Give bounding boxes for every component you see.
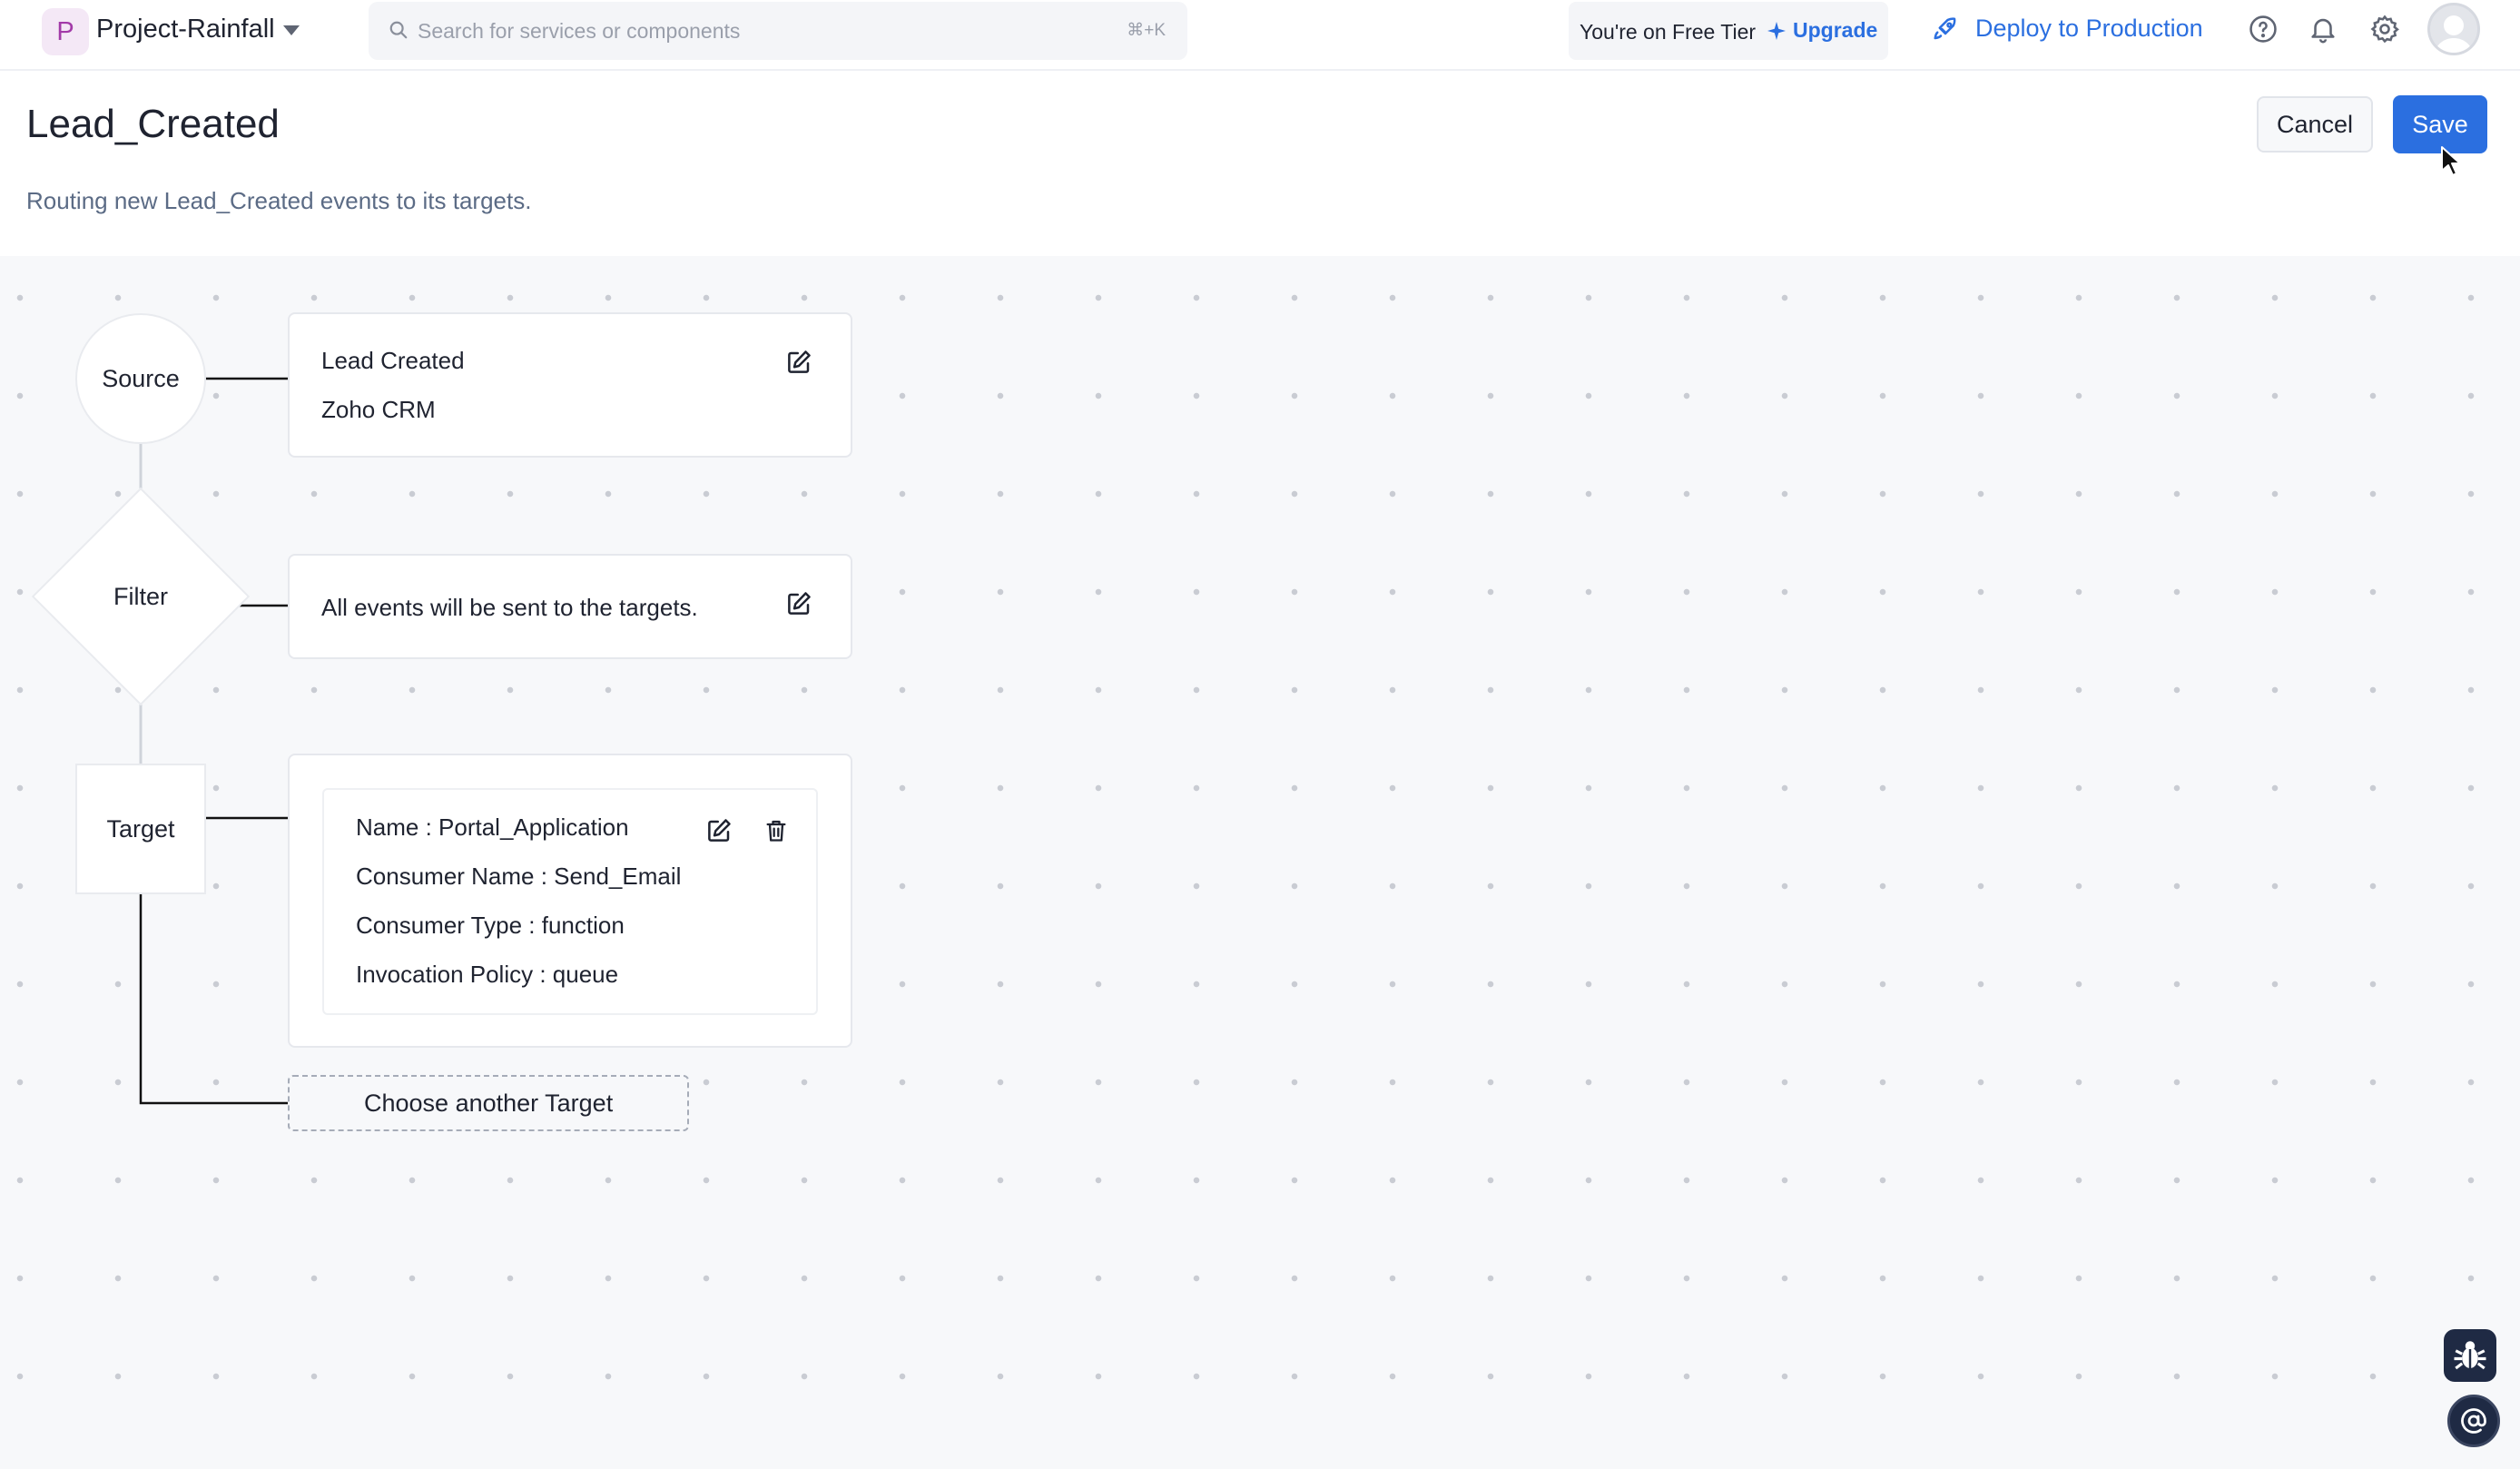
project-avatar[interactable]: P bbox=[42, 8, 89, 55]
upgrade-label: Upgrade bbox=[1793, 18, 1878, 42]
cancel-button[interactable]: Cancel bbox=[2257, 96, 2373, 153]
edit-icon[interactable] bbox=[785, 590, 812, 617]
rocket-icon bbox=[1934, 16, 1956, 39]
bug-report-button[interactable] bbox=[2444, 1329, 2496, 1382]
at-sign-icon bbox=[2461, 1408, 2486, 1434]
search-input[interactable] bbox=[418, 11, 1053, 51]
target-consumer-name: Consumer Name : Send_Email bbox=[356, 863, 682, 890]
gear-icon[interactable] bbox=[2369, 14, 2400, 44]
bell-icon[interactable] bbox=[2308, 14, 2338, 44]
page-description: Routing new Lead_Created events to its t… bbox=[26, 187, 532, 214]
source-node[interactable]: Source bbox=[75, 313, 206, 444]
deploy-label: Deploy to Production bbox=[1975, 15, 2203, 42]
search-shortcut: ⌘+K bbox=[1127, 21, 1166, 40]
target-name: Name : Portal_Application bbox=[356, 813, 629, 841]
project-name[interactable]: Project-Rainfall bbox=[96, 15, 275, 44]
target-node-label: Target bbox=[106, 814, 175, 843]
tier-banner: You're on Free Tier Upgrade bbox=[1569, 2, 1888, 60]
source-card: Lead Created Zoho CRM bbox=[288, 312, 852, 458]
mouse-cursor-icon bbox=[2441, 146, 2461, 176]
filter-node-label-wrap: Filter bbox=[64, 519, 218, 674]
upgrade-link[interactable]: Upgrade bbox=[1766, 18, 1877, 43]
search-bar[interactable]: ⌘+K bbox=[369, 2, 1187, 60]
target-item: Name : Portal_Application Consumer Name … bbox=[322, 788, 818, 1015]
top-bar: P Project-Rainfall ⌘+K You're on Free Ti… bbox=[0, 0, 2520, 71]
trash-icon[interactable] bbox=[763, 818, 789, 843]
edit-icon[interactable] bbox=[785, 349, 812, 376]
chevron-down-icon[interactable] bbox=[283, 25, 300, 35]
choose-another-target-button[interactable]: Choose another Target bbox=[288, 1075, 689, 1131]
filter-text: All events will be sent to the targets. bbox=[321, 594, 698, 621]
bug-icon bbox=[2454, 1341, 2486, 1370]
target-consumer-type: Consumer Type : function bbox=[356, 912, 625, 939]
target-node[interactable]: Target bbox=[75, 764, 206, 894]
target-invocation-policy: Invocation Policy : queue bbox=[356, 961, 619, 988]
flow-canvas[interactable]: Source Lead Created Zoho CRM Filter All … bbox=[0, 256, 2520, 1469]
user-icon bbox=[2434, 15, 2474, 53]
sparkle-icon bbox=[1767, 21, 1786, 40]
source-event: Lead Created bbox=[321, 347, 465, 374]
filter-node-label: Filter bbox=[113, 582, 168, 610]
user-avatar[interactable] bbox=[2427, 3, 2480, 55]
deploy-button[interactable]: Deploy to Production bbox=[1932, 15, 2203, 43]
filter-card: All events will be sent to the targets. bbox=[288, 554, 852, 659]
tier-text: You're on Free Tier bbox=[1580, 20, 1757, 44]
help-icon[interactable] bbox=[2248, 14, 2279, 44]
source-node-label: Source bbox=[102, 364, 180, 392]
support-chat-button[interactable] bbox=[2447, 1395, 2500, 1447]
edit-icon[interactable] bbox=[705, 817, 733, 844]
search-icon bbox=[389, 21, 408, 39]
target-card: Name : Portal_Application Consumer Name … bbox=[288, 754, 852, 1048]
page-title: Lead_Created bbox=[26, 102, 280, 146]
source-service: Zoho CRM bbox=[321, 396, 436, 423]
